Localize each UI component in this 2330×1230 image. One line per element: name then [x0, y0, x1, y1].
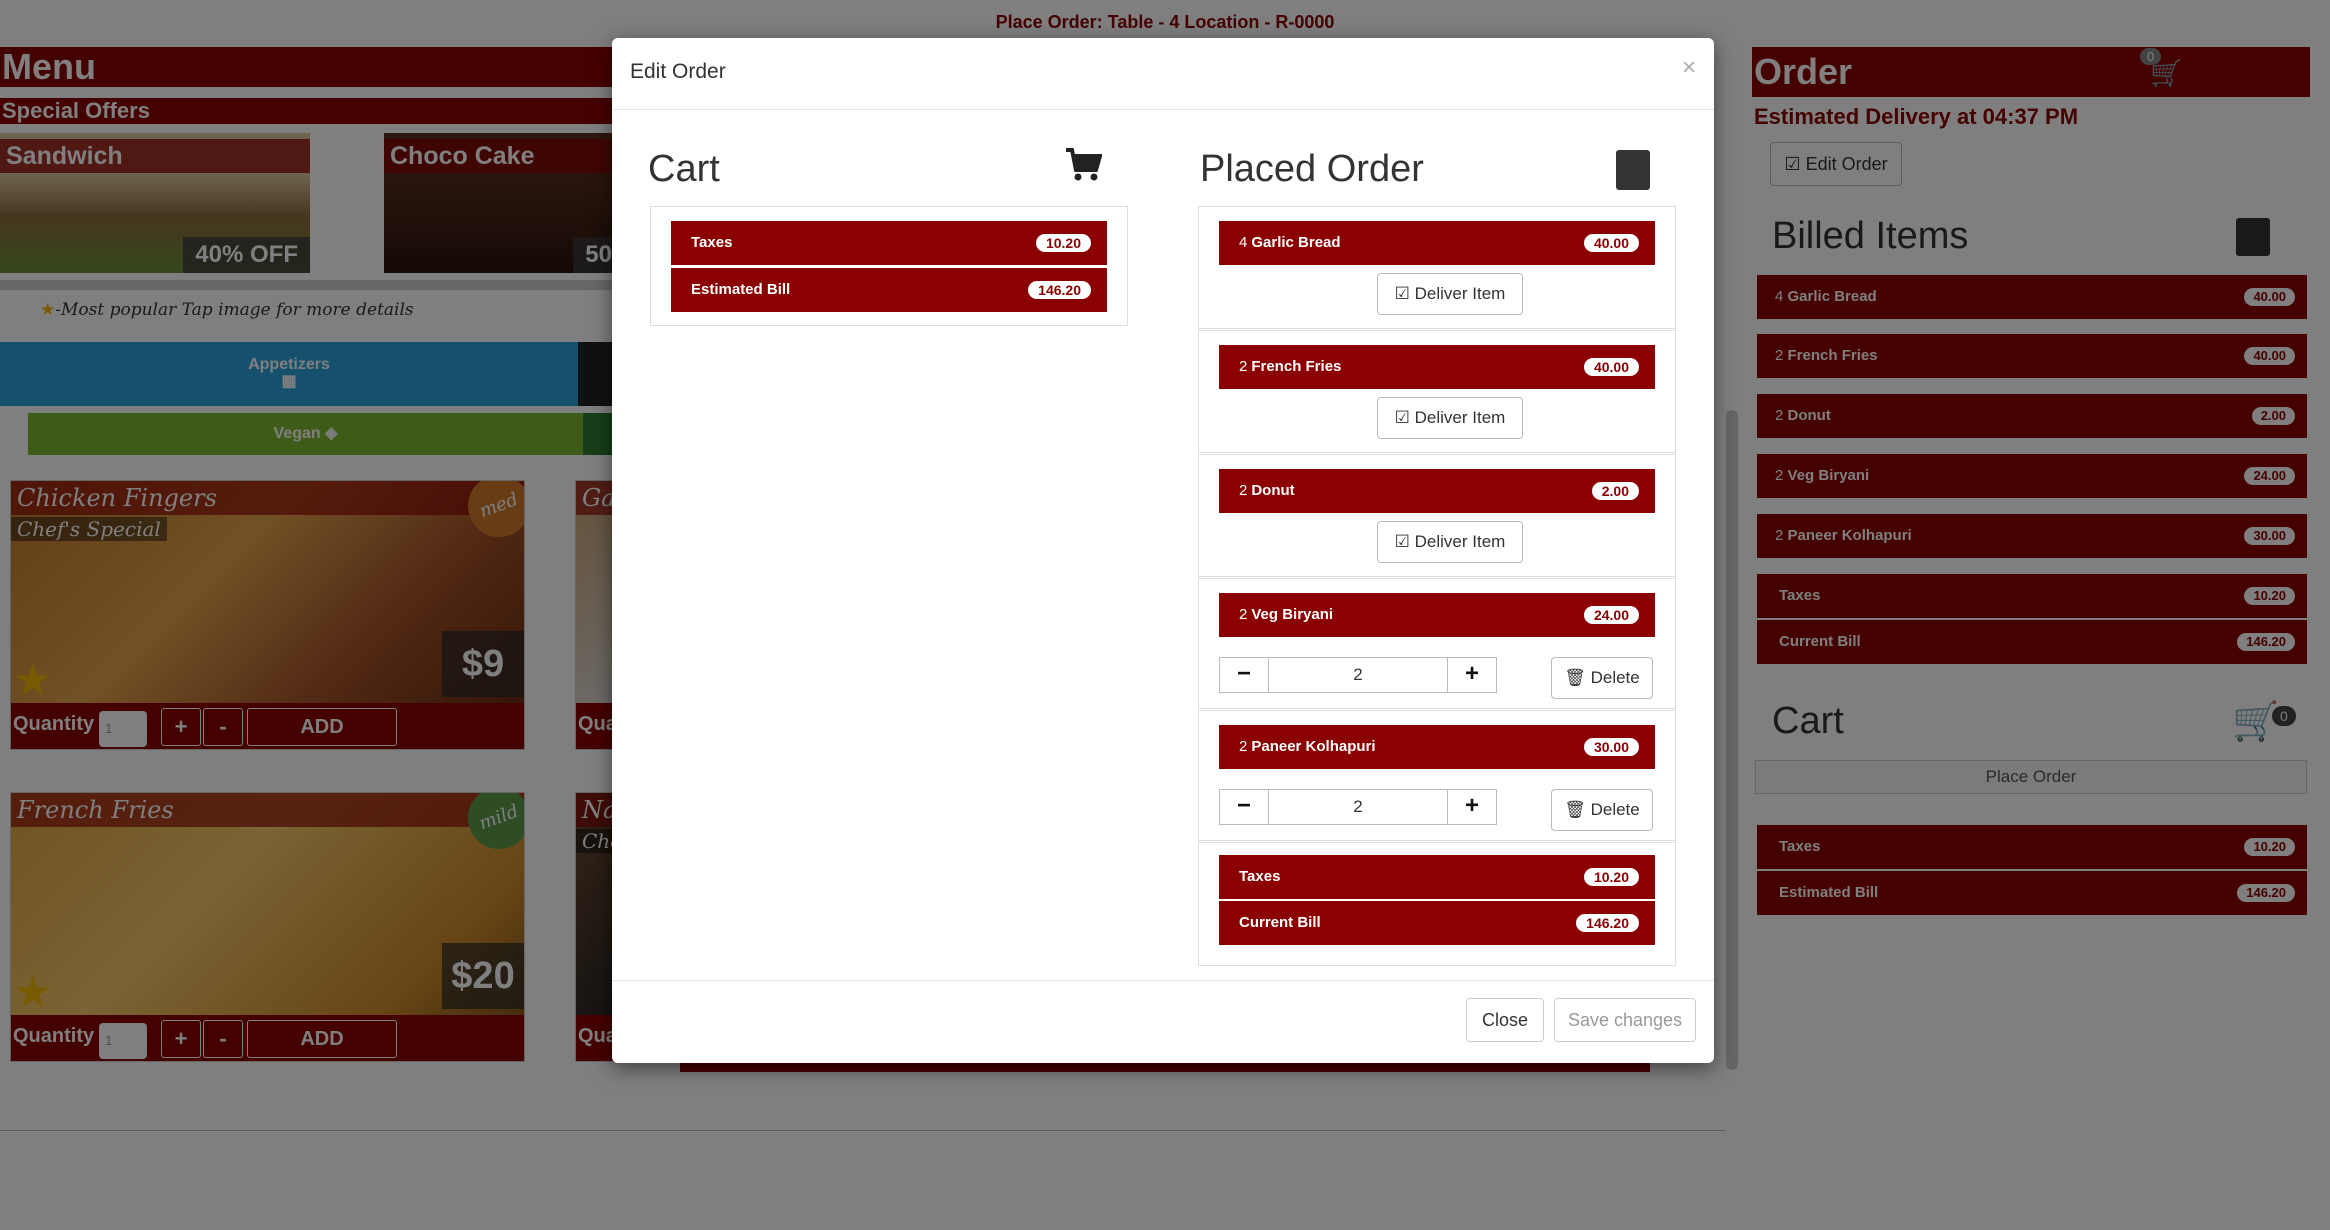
placed-item-row: 2 Donut 2.00: [1219, 469, 1655, 513]
check-icon: ☑: [1394, 408, 1410, 427]
placed-item-row: 2 Veg Biryani 24.00: [1219, 593, 1655, 637]
deliver-item-button[interactable]: ☑ Deliver Item: [1377, 521, 1523, 563]
amount-badge: 24.00: [1583, 606, 1639, 624]
amount-badge: 40.00: [1583, 234, 1639, 252]
close-button[interactable]: Close: [1466, 998, 1544, 1042]
modal-title: Edit Order: [630, 60, 726, 83]
cart-title: Cart: [648, 148, 720, 190]
quantity-input[interactable]: 2: [1268, 789, 1448, 825]
placed-item: 2 Paneer Kolhapuri 30.00 − 2 + 🗑 Delete: [1198, 710, 1676, 841]
quantity-minus-button[interactable]: −: [1219, 657, 1269, 693]
placed-item-row: 2 Paneer Kolhapuri 30.00: [1219, 725, 1655, 769]
amount-badge: 30.00: [1583, 738, 1639, 756]
edit-order-modal: Edit Order × Cart Placed Order Taxes 10.…: [612, 38, 1714, 1063]
placed-item-row: 4 Garlic Bread 40.00: [1219, 221, 1655, 265]
amount-badge: 10.20: [1035, 234, 1091, 252]
amount-badge: 2.00: [1591, 482, 1639, 500]
placed-total-row: Taxes 10.20: [1219, 855, 1655, 899]
quantity-input[interactable]: 2: [1268, 657, 1448, 693]
placed-item: 2 Veg Biryani 24.00 − 2 + 🗑 Delete: [1198, 578, 1676, 709]
placed-order-title: Placed Order: [1200, 148, 1424, 190]
book-icon: [1616, 150, 1650, 190]
amount-badge: 10.20: [1583, 868, 1639, 886]
placed-item-row: 2 French Fries 40.00: [1219, 345, 1655, 389]
check-icon: ☑: [1394, 284, 1410, 303]
quantity-minus-button[interactable]: −: [1219, 789, 1269, 825]
amount-badge: 146.20: [1028, 281, 1091, 299]
amount-badge: 40.00: [1583, 358, 1639, 376]
save-changes-button[interactable]: Save changes: [1554, 998, 1696, 1042]
trash-icon: 🗑: [1564, 668, 1586, 687]
check-icon: ☑: [1394, 532, 1410, 551]
placed-total-row: Current Bill 146.20: [1219, 901, 1655, 945]
modal-header: Edit Order ×: [612, 38, 1714, 110]
cart-total-row: Taxes 10.20: [671, 221, 1107, 265]
placed-totals: Taxes 10.20 Current Bill 146.20: [1198, 842, 1676, 966]
cart-icon: [1064, 146, 1103, 189]
close-icon[interactable]: ×: [1682, 54, 1696, 82]
modal-footer: [612, 980, 1714, 1063]
quantity-plus-button[interactable]: +: [1447, 657, 1497, 693]
delete-button[interactable]: 🗑 Delete: [1551, 789, 1653, 831]
placed-item: 4 Garlic Bread 40.00 ☑ Deliver Item: [1198, 206, 1676, 329]
deliver-item-button[interactable]: ☑ Deliver Item: [1377, 397, 1523, 439]
cart-panel: Taxes 10.20 Estimated Bill 146.20: [650, 206, 1128, 326]
deliver-item-button[interactable]: ☑ Deliver Item: [1377, 273, 1523, 315]
placed-item: 2 French Fries 40.00 ☑ Deliver Item: [1198, 330, 1676, 453]
quantity-plus-button[interactable]: +: [1447, 789, 1497, 825]
trash-icon: 🗑: [1564, 800, 1586, 819]
placed-item: 2 Donut 2.00 ☑ Deliver Item: [1198, 454, 1676, 577]
cart-total-row: Estimated Bill 146.20: [671, 268, 1107, 312]
amount-badge: 146.20: [1576, 914, 1639, 932]
delete-button[interactable]: 🗑 Delete: [1551, 657, 1653, 699]
